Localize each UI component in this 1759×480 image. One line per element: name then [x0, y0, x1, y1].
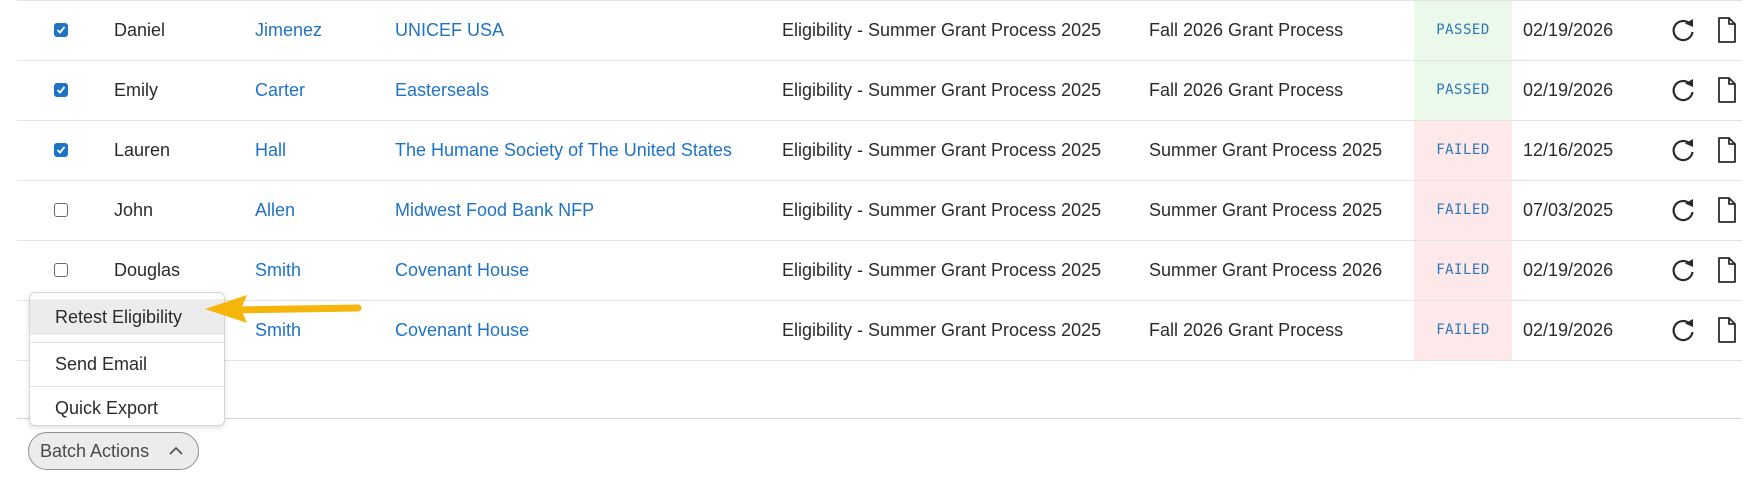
last-name-link[interactable]: Allen	[255, 181, 295, 240]
checkbox-cell	[54, 121, 78, 180]
date: 02/19/2026	[1523, 320, 1614, 340]
batch-actions-button[interactable]: Batch Actions	[28, 432, 199, 470]
date: 02/19/2026	[1523, 20, 1614, 40]
menu-item-quick-export[interactable]: Quick Export	[30, 386, 224, 425]
refresh-icon	[1672, 199, 1694, 222]
grant-process: Fall 2026 Grant Process	[1149, 20, 1344, 40]
document-button[interactable]	[1716, 61, 1742, 120]
last-name-link[interactable]: Jimenez	[255, 1, 322, 60]
row-checkbox[interactable]	[54, 263, 68, 277]
status-badge: FAILED	[1414, 241, 1512, 300]
document-icon	[1718, 257, 1736, 283]
last-name-link[interactable]: Smith	[255, 241, 301, 300]
eligibility-name: Eligibility - Summer Grant Process 2025	[782, 200, 1102, 220]
eligibility-name: Eligibility - Summer Grant Process 2025	[782, 80, 1102, 100]
eligibility-name: Eligibility - Summer Grant Process 2025	[782, 140, 1102, 160]
grant-process: Fall 2026 Grant Process	[1149, 320, 1344, 340]
table-row: John Allen Midwest Food Bank NFP Eligibi…	[17, 181, 1742, 241]
table-row: Emily Carter Easterseals Eligibility - S…	[17, 61, 1742, 121]
checkbox-cell	[54, 181, 78, 240]
status-badge: PASSED	[1414, 61, 1512, 120]
status-badge: FAILED	[1414, 121, 1512, 180]
retest-button[interactable]	[1669, 181, 1699, 240]
date: 02/19/2026	[1523, 260, 1614, 280]
grant-process: Summer Grant Process 2025	[1149, 140, 1383, 160]
checkbox-cell	[54, 61, 78, 120]
retest-button[interactable]	[1669, 61, 1699, 120]
row-checkbox[interactable]	[54, 143, 68, 157]
document-button[interactable]	[1716, 121, 1742, 180]
status-badge: FAILED	[1414, 181, 1512, 240]
organization-link[interactable]: Covenant House	[395, 241, 529, 300]
retest-button[interactable]	[1669, 1, 1699, 60]
document-icon	[1718, 137, 1736, 163]
checkbox-cell	[54, 1, 78, 60]
eligibility-name: Eligibility - Summer Grant Process 2025	[782, 20, 1102, 40]
refresh-icon	[1672, 319, 1694, 342]
status-badge: FAILED	[1414, 301, 1512, 360]
table-row: Daniel Jimenez UNICEF USA Eligibility - …	[17, 1, 1742, 61]
retest-button[interactable]	[1669, 241, 1699, 300]
refresh-icon	[1672, 79, 1694, 102]
pointer-arrow-icon	[205, 295, 362, 323]
retest-button[interactable]	[1669, 121, 1699, 180]
last-name-link[interactable]: Hall	[255, 121, 286, 180]
document-button[interactable]	[1716, 181, 1742, 240]
date: 12/16/2025	[1523, 140, 1614, 160]
retest-button[interactable]	[1669, 301, 1699, 360]
row-checkbox[interactable]	[54, 83, 68, 97]
document-button[interactable]	[1716, 301, 1742, 360]
first-name: Lauren	[114, 140, 171, 160]
menu-item-send-email[interactable]: Send Email	[30, 342, 224, 386]
document-icon	[1718, 77, 1736, 103]
organization-link[interactable]: UNICEF USA	[395, 1, 504, 60]
table-row: Lauren Hall The Humane Society of The Un…	[17, 121, 1742, 181]
first-name: Daniel	[114, 20, 166, 40]
document-button[interactable]	[1716, 241, 1742, 300]
first-name: John	[114, 200, 154, 220]
organization-link[interactable]: The Humane Society of The United States	[395, 121, 732, 180]
organization-link[interactable]: Covenant House	[395, 301, 529, 360]
document-icon	[1718, 17, 1736, 43]
refresh-icon	[1672, 19, 1694, 42]
document-icon	[1718, 317, 1736, 343]
menu-item-retest-eligibility[interactable]: Retest Eligibility	[30, 299, 224, 335]
organization-link[interactable]: Easterseals	[395, 61, 489, 120]
row-checkbox[interactable]	[54, 203, 68, 217]
eligibility-name: Eligibility - Summer Grant Process 2025	[782, 260, 1102, 280]
refresh-icon	[1672, 259, 1694, 282]
eligibility-name: Eligibility - Summer Grant Process 2025	[782, 320, 1102, 340]
organization-link[interactable]: Midwest Food Bank NFP	[395, 181, 594, 240]
last-name-link[interactable]: Carter	[255, 61, 305, 120]
document-button[interactable]	[1716, 1, 1742, 60]
grant-process: Fall 2026 Grant Process	[1149, 80, 1344, 100]
date: 02/19/2026	[1523, 80, 1614, 100]
row-checkbox[interactable]	[54, 23, 68, 37]
grant-process: Summer Grant Process 2026	[1149, 260, 1383, 280]
batch-actions-menu: Retest Eligibility Send Email Quick Expo…	[29, 292, 225, 426]
grant-process: Summer Grant Process 2025	[1149, 200, 1383, 220]
first-name: Emily	[114, 80, 158, 100]
status-badge: PASSED	[1414, 1, 1512, 60]
grant-eligibility-page: Daniel Jimenez UNICEF USA Eligibility - …	[0, 0, 1759, 480]
date: 07/03/2025	[1523, 200, 1614, 220]
chevron-up-icon	[169, 446, 183, 455]
table-row: Douglas Smith Covenant House Eligibility…	[17, 241, 1742, 301]
document-icon	[1718, 197, 1736, 223]
batch-actions-label: Batch Actions	[40, 441, 150, 461]
table-footer-divider	[17, 418, 1742, 419]
refresh-icon	[1672, 139, 1694, 162]
